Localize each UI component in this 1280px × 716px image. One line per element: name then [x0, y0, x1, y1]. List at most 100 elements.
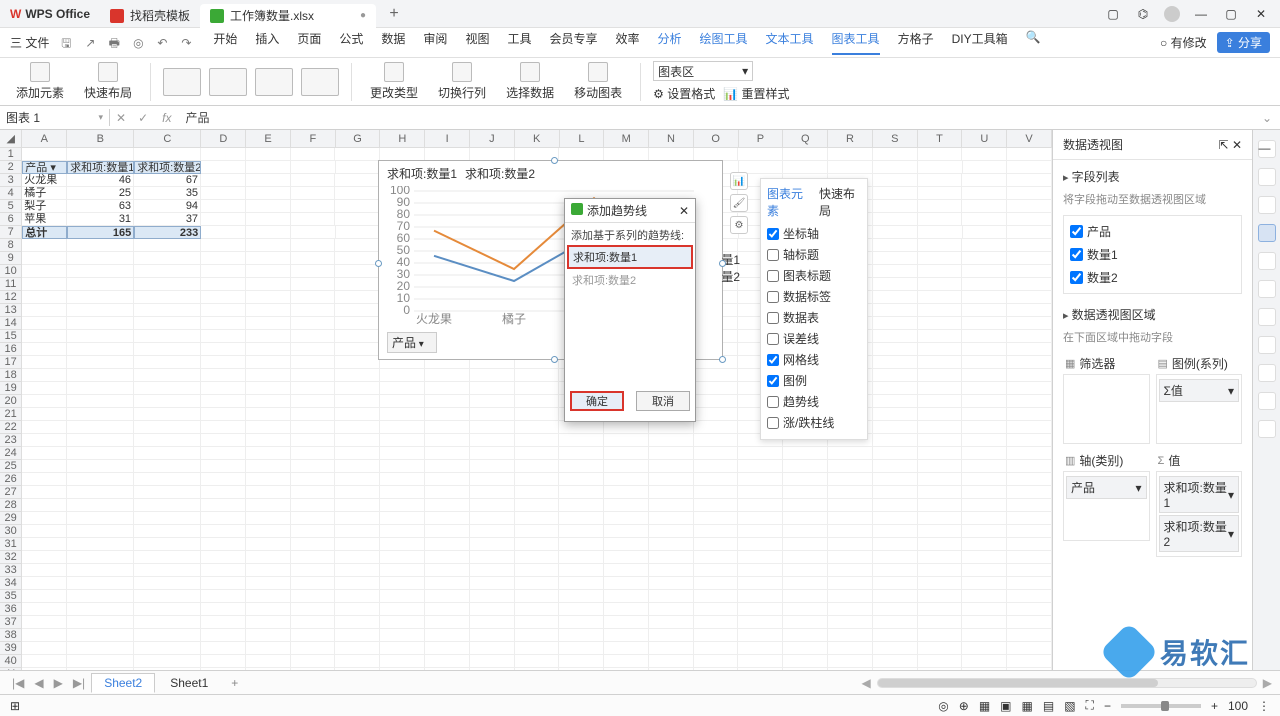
cell[interactable]	[962, 486, 1007, 499]
cell[interactable]	[134, 577, 201, 590]
add-sheet-button[interactable]: +	[223, 676, 246, 690]
cell[interactable]	[962, 174, 1007, 187]
cell[interactable]	[828, 668, 873, 670]
cell[interactable]	[246, 148, 291, 161]
sidetool-3[interactable]	[1258, 196, 1276, 214]
cell[interactable]	[962, 473, 1007, 486]
cell[interactable]	[873, 148, 918, 161]
fullscreen-icon[interactable]: ⛶	[1086, 698, 1094, 713]
cell[interactable]: 产品 ▾	[22, 161, 67, 174]
menu-text[interactable]: 文本工具	[766, 30, 814, 55]
cell[interactable]	[515, 564, 560, 577]
cell[interactable]	[470, 499, 515, 512]
cell[interactable]	[515, 434, 560, 447]
cell[interactable]	[694, 395, 739, 408]
cell[interactable]	[559, 460, 604, 473]
cell[interactable]	[201, 161, 246, 174]
cell[interactable]	[962, 369, 1007, 382]
cell[interactable]	[380, 408, 425, 421]
cell[interactable]	[201, 252, 246, 265]
cell[interactable]	[201, 395, 246, 408]
cell[interactable]	[22, 525, 67, 538]
row-29[interactable]: 29	[0, 512, 22, 525]
menu-member[interactable]: 会员专享	[549, 30, 597, 55]
cell[interactable]	[134, 317, 201, 330]
cell[interactable]	[918, 265, 963, 278]
cell[interactable]	[67, 642, 134, 655]
cell[interactable]	[515, 369, 560, 382]
cell[interactable]	[559, 655, 604, 668]
cell[interactable]	[962, 577, 1007, 590]
cell[interactable]	[470, 603, 515, 616]
resize-handle-e[interactable]	[719, 260, 726, 267]
menu-chart-tools[interactable]: 图表工具	[832, 30, 880, 55]
cell[interactable]	[962, 356, 1007, 369]
cell[interactable]	[828, 161, 873, 174]
cell[interactable]	[246, 616, 291, 629]
cell[interactable]	[604, 486, 649, 499]
cell[interactable]	[67, 304, 134, 317]
cell[interactable]	[425, 408, 470, 421]
cell[interactable]	[783, 512, 828, 525]
cell[interactable]	[962, 213, 1007, 226]
cell[interactable]	[134, 408, 201, 421]
cell[interactable]	[873, 629, 918, 642]
cell[interactable]	[67, 369, 134, 382]
cell[interactable]	[291, 382, 336, 395]
cell[interactable]	[873, 265, 918, 278]
cell[interactable]	[738, 525, 783, 538]
row-33[interactable]: 33	[0, 564, 22, 577]
cell[interactable]	[918, 421, 963, 434]
chart-menu-item-7[interactable]: 图例	[767, 370, 861, 391]
cell[interactable]	[67, 460, 134, 473]
cell[interactable]	[67, 564, 134, 577]
cell[interactable]	[22, 252, 67, 265]
cell[interactable]	[201, 200, 246, 213]
cell[interactable]	[201, 603, 246, 616]
menu-fangge[interactable]: 方格子	[898, 30, 934, 55]
cell[interactable]: 总计	[22, 226, 67, 239]
cell[interactable]	[380, 473, 425, 486]
cell[interactable]	[67, 525, 134, 538]
cell[interactable]	[335, 655, 380, 668]
cell[interactable]	[22, 499, 67, 512]
cell[interactable]	[918, 187, 963, 200]
cell[interactable]	[134, 512, 201, 525]
cell[interactable]	[470, 447, 515, 460]
row-7[interactable]: 7	[0, 226, 22, 239]
cell[interactable]	[783, 629, 828, 642]
cell[interactable]	[515, 577, 560, 590]
cell[interactable]	[1007, 382, 1052, 395]
cell[interactable]	[201, 655, 246, 668]
cell[interactable]	[1007, 434, 1052, 447]
cell[interactable]	[738, 447, 783, 460]
menu-tools[interactable]: 工具	[507, 30, 531, 55]
cell[interactable]	[335, 369, 380, 382]
cell[interactable]	[694, 616, 739, 629]
menu-efficiency[interactable]: 效率	[615, 30, 639, 55]
cell[interactable]	[559, 486, 604, 499]
cell[interactable]	[201, 265, 246, 278]
chart-filter-dropdown[interactable]: 产品 ▾	[387, 332, 437, 353]
cell[interactable]	[291, 343, 336, 356]
cell[interactable]	[738, 148, 783, 161]
cell[interactable]	[291, 551, 336, 564]
col-D[interactable]: D	[201, 130, 246, 148]
cell[interactable]	[738, 603, 783, 616]
cell[interactable]	[291, 174, 336, 187]
row-5[interactable]: 5	[0, 200, 22, 213]
cell[interactable]	[380, 382, 425, 395]
cell[interactable]	[425, 577, 470, 590]
cell[interactable]	[291, 642, 336, 655]
cell[interactable]	[873, 616, 918, 629]
cell[interactable]	[873, 161, 918, 174]
cell[interactable]	[380, 499, 425, 512]
cell[interactable]	[962, 668, 1007, 670]
cell[interactable]	[783, 148, 828, 161]
cell[interactable]	[873, 525, 918, 538]
cell[interactable]	[201, 642, 246, 655]
cell[interactable]	[134, 278, 201, 291]
cell[interactable]	[246, 525, 291, 538]
cell[interactable]	[873, 174, 918, 187]
cell[interactable]	[962, 512, 1007, 525]
